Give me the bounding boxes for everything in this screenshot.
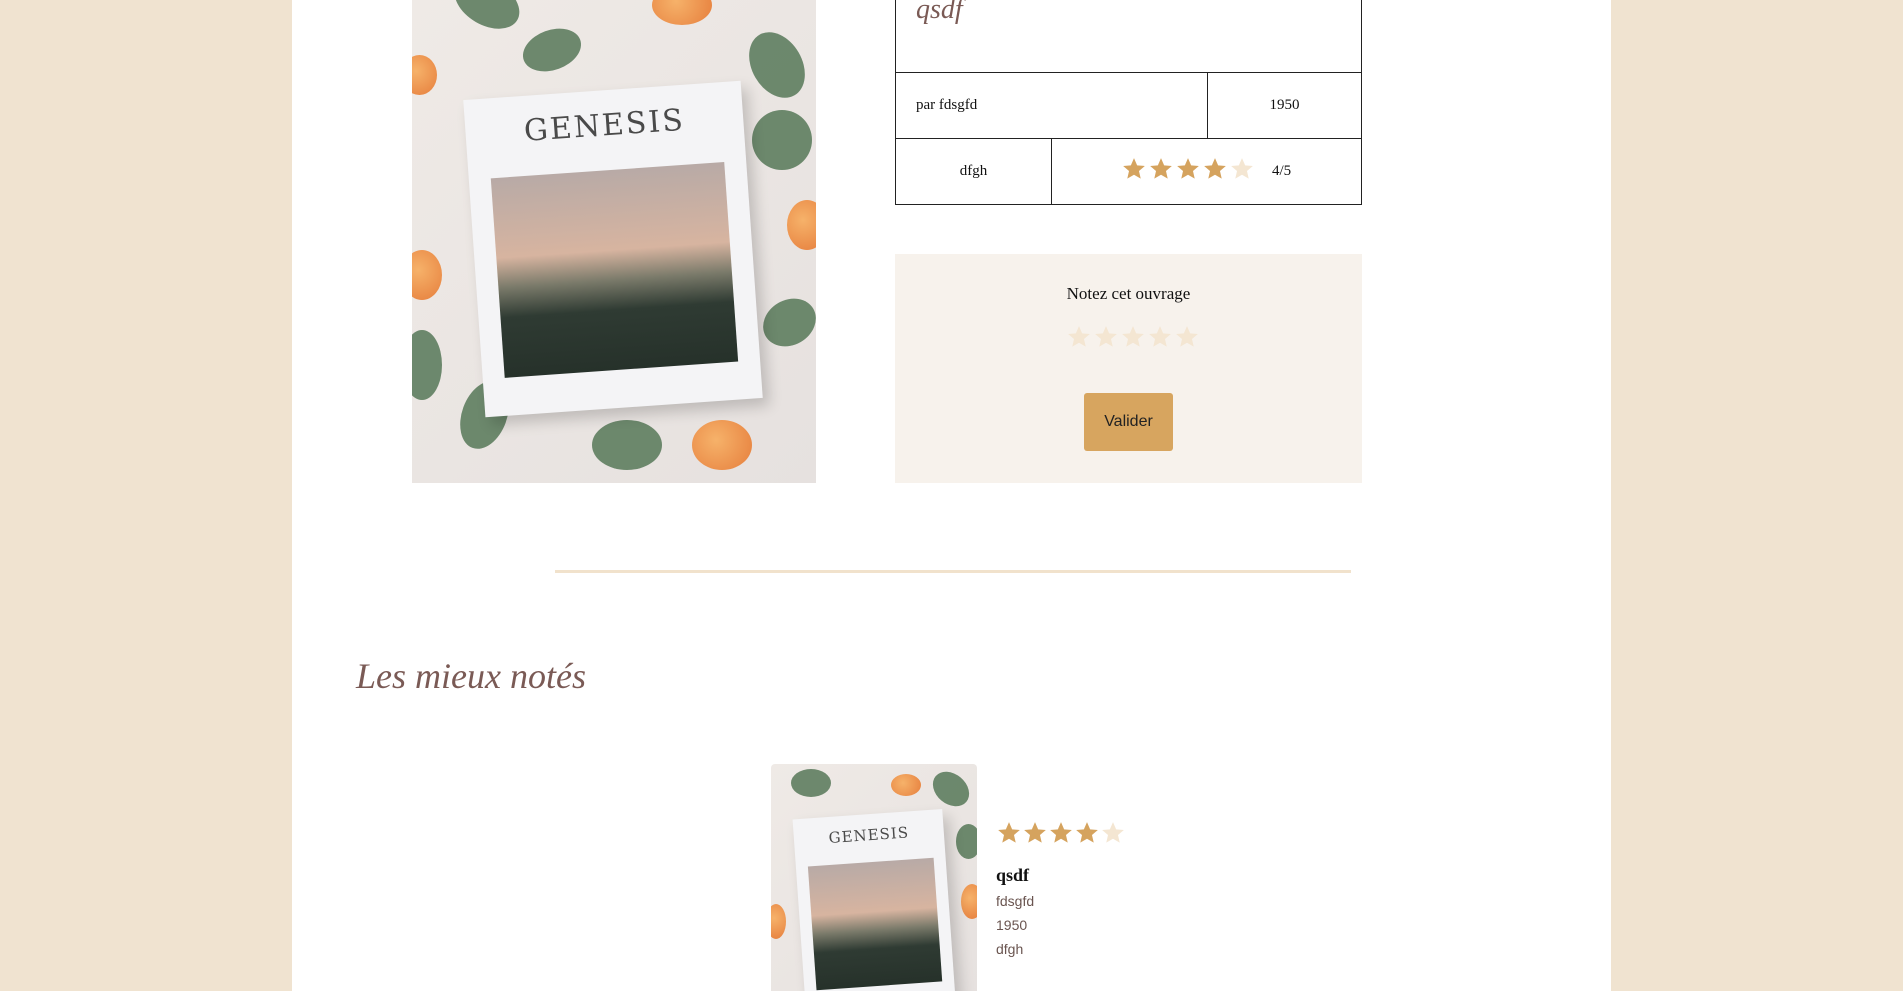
top-rated-title[interactable]: qsdf	[996, 865, 1029, 886]
star-icon	[1175, 156, 1201, 182]
star-icon	[1121, 156, 1147, 182]
book-rating-stars	[1121, 156, 1255, 182]
book-year: 1950	[1269, 97, 1300, 113]
top-rated-stars	[996, 820, 1126, 846]
star-icon	[1202, 156, 1228, 182]
star-icon	[1048, 820, 1074, 846]
book-info-table: qsdf par fdsgfd 1950 dfgh 4/5	[895, 0, 1362, 205]
book-rating-text: 4/5	[1272, 163, 1292, 179]
main-content: GENESIS qsdf par fdsgfd 1950 dfgh 4/5 No…	[292, 0, 1611, 991]
star-icon	[1074, 820, 1100, 846]
star-icon	[1100, 820, 1126, 846]
top-rated-cover-image[interactable]: GENESIS	[771, 764, 977, 991]
book-title: qsdf	[916, 0, 963, 25]
submit-rating-button[interactable]: Valider	[1084, 393, 1173, 451]
top-rated-heading: Les mieux notés	[356, 656, 586, 696]
book-genre: dfgh	[959, 163, 988, 179]
star-icon[interactable]	[1147, 324, 1173, 350]
top-rated-genre: dfgh	[996, 941, 1024, 957]
book-cover-image: GENESIS	[412, 0, 816, 483]
top-rated-author: fdsgfd	[996, 893, 1035, 909]
star-icon[interactable]	[1120, 324, 1146, 350]
star-icon	[1022, 820, 1048, 846]
top-rated-year: 1950	[996, 917, 1028, 933]
star-icon	[1229, 156, 1255, 182]
star-icon[interactable]	[1066, 324, 1092, 350]
rating-form-label: Notez cet ouvrage	[1066, 284, 1191, 303]
rating-input-stars	[1066, 324, 1200, 350]
star-icon[interactable]	[1093, 324, 1119, 350]
cover-title: GENESIS	[522, 102, 686, 149]
top-rated-cover-title: GENESIS	[828, 823, 910, 847]
star-icon[interactable]	[1174, 324, 1200, 350]
book-author: par fdsgfd	[916, 97, 978, 113]
star-icon	[996, 820, 1022, 846]
rating-form: Notez cet ouvrage Valider	[895, 254, 1362, 483]
section-divider	[555, 570, 1351, 573]
star-icon	[1148, 156, 1174, 182]
